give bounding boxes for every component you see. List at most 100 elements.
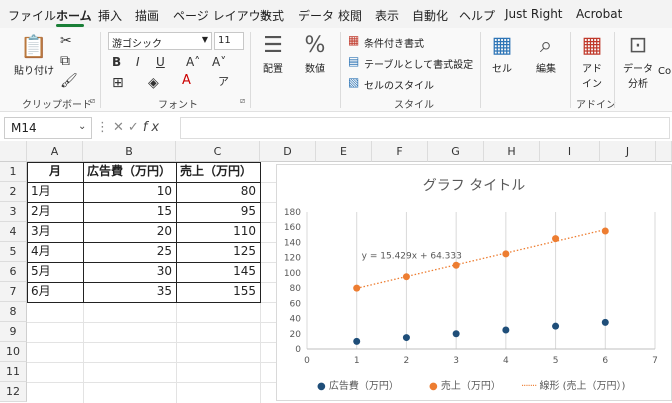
insert-function-button[interactable]: fx bbox=[143, 120, 163, 135]
tab-page-layout[interactable]: ページ レイアウト bbox=[173, 7, 273, 24]
clipboard-group-label: クリップボード bbox=[22, 100, 92, 111]
editing-button[interactable]: ⌕ 編集 bbox=[530, 32, 562, 75]
bold-button[interactable]: B bbox=[112, 56, 121, 68]
tab-draw[interactable]: 描画 bbox=[135, 7, 159, 24]
tab-file[interactable]: ファイル bbox=[8, 7, 56, 24]
table-cell[interactable]: 125 bbox=[176, 242, 260, 262]
table-cell[interactable]: 3月 bbox=[27, 222, 83, 242]
cells-button[interactable]: ▦ セル bbox=[486, 32, 518, 75]
alignment-button[interactable]: ☰ 配置 bbox=[256, 32, 290, 75]
row-header-9[interactable]: 9 bbox=[0, 322, 27, 342]
tab-review[interactable]: 校閲 bbox=[338, 7, 362, 24]
cut-icon[interactable]: ✂ bbox=[60, 34, 72, 48]
tab-home[interactable]: ホーム bbox=[56, 7, 92, 24]
legend-item-ad-cost[interactable]: ● 広告費（万円） bbox=[317, 377, 399, 392]
formula-input[interactable] bbox=[180, 117, 670, 139]
enter-icon[interactable]: ✓ bbox=[128, 120, 143, 135]
scatter-chart[interactable]: グラフ タイトル 0 20 40 60 80 100 120 140 160 180 0 1 2 3 4 5 6… bbox=[276, 164, 672, 401]
data-analysis-button[interactable]: ⊡ データ 分析 bbox=[620, 32, 656, 90]
table-cell[interactable]: 95 bbox=[176, 202, 260, 222]
underline-button[interactable]: U bbox=[156, 56, 165, 68]
legend-item-sales[interactable]: ● 売上（万円） bbox=[429, 377, 501, 392]
conditional-format-button[interactable]: 条件付き書式 bbox=[364, 35, 424, 50]
table-header-cell[interactable]: 売上（万円） bbox=[176, 162, 260, 182]
tab-insert[interactable]: 挿入 bbox=[98, 7, 122, 24]
tab-automate[interactable]: 自動化 bbox=[412, 7, 448, 24]
table-cell[interactable]: 35 bbox=[83, 282, 176, 302]
table-cell[interactable]: 110 bbox=[176, 222, 260, 242]
fill-color-icon[interactable]: ◈ bbox=[148, 76, 159, 90]
more-icon[interactable]: ⋮ bbox=[96, 120, 113, 135]
tab-view[interactable]: 表示 bbox=[375, 7, 399, 24]
tab-just-right[interactable]: Just Right bbox=[505, 7, 563, 21]
cancel-icon[interactable]: ✕ bbox=[113, 120, 128, 135]
column-header-d[interactable]: D bbox=[260, 141, 316, 162]
column-header-a[interactable]: A bbox=[27, 141, 83, 162]
table-cell[interactable]: 2月 bbox=[27, 202, 83, 222]
row-header-1[interactable]: 1 bbox=[0, 162, 27, 182]
column-header-j[interactable]: J bbox=[600, 141, 656, 162]
row-header-11[interactable]: 11 bbox=[0, 362, 27, 382]
legend-item-trendline[interactable]: ······· 線形 (売上（万円）) bbox=[521, 377, 625, 392]
cell-styles-button[interactable]: セルのスタイル bbox=[364, 77, 434, 92]
row-header-7[interactable]: 7 bbox=[0, 282, 27, 302]
tab-help[interactable]: ヘルプ bbox=[459, 7, 495, 24]
table-cell[interactable]: 80 bbox=[176, 182, 260, 202]
ad-cost-point bbox=[402, 334, 410, 342]
font-color-icon[interactable]: A bbox=[182, 74, 191, 87]
table-cell[interactable]: 4月 bbox=[27, 242, 83, 262]
column-header-c[interactable]: C bbox=[176, 141, 260, 162]
table-header-cell[interactable]: 月 bbox=[27, 162, 83, 182]
table-cell[interactable]: 1月 bbox=[27, 182, 83, 202]
font-name-select[interactable]: 游ゴシック ▼ bbox=[108, 32, 212, 50]
column-header-b[interactable]: B bbox=[83, 141, 176, 162]
copy-icon[interactable]: ⧉ bbox=[60, 54, 70, 68]
select-all-corner[interactable] bbox=[0, 141, 27, 162]
table-cell[interactable]: 155 bbox=[176, 282, 260, 302]
row-header-8[interactable]: 8 bbox=[0, 302, 27, 322]
column-header-g[interactable]: G bbox=[428, 141, 484, 162]
number-format-button[interactable]: % 数値 bbox=[298, 32, 332, 75]
table-cell[interactable]: 145 bbox=[176, 262, 260, 282]
addins-button[interactable]: ▦ アド イン bbox=[576, 32, 608, 90]
row-header-5[interactable]: 5 bbox=[0, 242, 27, 262]
table-cell[interactable]: 10 bbox=[83, 182, 176, 202]
grow-font-button[interactable]: A˄ bbox=[186, 56, 200, 68]
phonetic-icon[interactable]: ア bbox=[218, 76, 229, 87]
row-header-6[interactable]: 6 bbox=[0, 262, 27, 282]
chevron-down-icon[interactable]: ⌄ bbox=[78, 121, 86, 132]
table-cell[interactable]: 20 bbox=[83, 222, 176, 242]
column-header-e[interactable]: E bbox=[316, 141, 372, 162]
tab-formulas[interactable]: 数式 bbox=[260, 7, 284, 24]
table-cell[interactable]: 5月 bbox=[27, 262, 83, 282]
column-header-i[interactable]: I bbox=[540, 141, 600, 162]
clipboard-launcher-icon[interactable]: ⧄ bbox=[90, 96, 95, 106]
font-size-select[interactable]: 11 bbox=[214, 32, 244, 50]
italic-button[interactable]: I bbox=[136, 56, 140, 68]
ribbon-separator bbox=[480, 32, 481, 108]
copilot-button[interactable]: Co bbox=[658, 66, 671, 77]
table-cell[interactable]: 25 bbox=[83, 242, 176, 262]
y-tick-label: 80 bbox=[290, 284, 302, 294]
tab-data[interactable]: データ bbox=[298, 7, 334, 24]
row-header-10[interactable]: 10 bbox=[0, 342, 27, 362]
font-launcher-icon[interactable]: ⧄ bbox=[240, 96, 245, 106]
shrink-font-button[interactable]: A˅ bbox=[212, 56, 226, 68]
row-header-4[interactable]: 4 bbox=[0, 222, 27, 242]
format-as-table-button[interactable]: テーブルとして書式設定 bbox=[364, 56, 473, 71]
table-cell[interactable]: 30 bbox=[83, 262, 176, 282]
column-header-f[interactable]: F bbox=[372, 141, 428, 162]
tab-acrobat[interactable]: Acrobat bbox=[576, 7, 622, 21]
table-cell[interactable]: 6月 bbox=[27, 282, 83, 302]
table-cell[interactable]: 15 bbox=[83, 202, 176, 222]
row-header-3[interactable]: 3 bbox=[0, 202, 27, 222]
row-header-2[interactable]: 2 bbox=[0, 182, 27, 202]
row-header-12[interactable]: 12 bbox=[0, 382, 27, 402]
paste-button[interactable]: 📋 貼り付け bbox=[14, 34, 54, 77]
column-header-k[interactable] bbox=[656, 141, 672, 162]
border-icon[interactable]: ⊞ bbox=[112, 76, 124, 90]
table-header-cell[interactable]: 広告費（万円） bbox=[83, 162, 176, 182]
sales-point bbox=[502, 250, 510, 258]
format-painter-icon[interactable]: 🖌 bbox=[60, 74, 78, 88]
column-header-h[interactable]: H bbox=[484, 141, 540, 162]
